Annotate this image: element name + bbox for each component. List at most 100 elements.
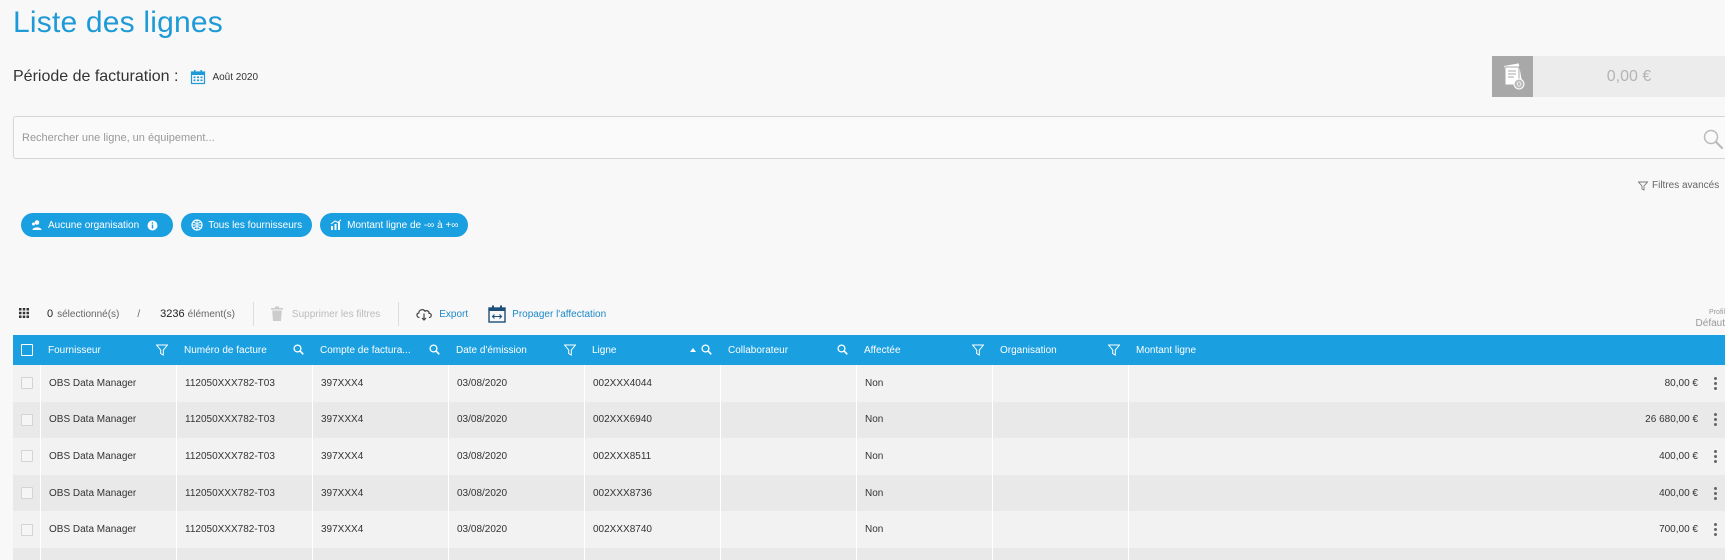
filter-icon[interactable] [564, 344, 576, 356]
cell-organisation [992, 474, 1128, 512]
row-select-cell [13, 365, 40, 402]
cell-facture: 112050XXX782-T03 [176, 401, 312, 439]
total-amount: 0,00 € [1533, 56, 1725, 97]
cell-fournisseur: OBS Data Manager [40, 511, 176, 548]
cell-compte: 397XXX4 [312, 474, 448, 512]
cell-collaborateur [720, 401, 856, 439]
column-label: Organisation [1000, 344, 1057, 356]
cell-facture: 112050XXX782-T03 [176, 438, 312, 475]
calendar-icon[interactable] [190, 69, 206, 85]
cell-date: 03/08/2020 [448, 438, 584, 475]
invoices-icon[interactable]: 0 [1492, 56, 1533, 97]
cell-affectee: Non [856, 365, 992, 402]
table-row[interactable]: OBS Data Manager 112050XXX782-T03 397XXX… [13, 474, 1725, 512]
cell-compte: 397XXX4 [312, 401, 448, 439]
chip-label: Montant ligne de -∞ à +∞ [347, 219, 459, 231]
filter-icon[interactable] [1108, 344, 1120, 356]
cell-affectee: Non [856, 474, 992, 512]
trash-icon [270, 306, 283, 321]
period-value[interactable]: Août 2020 [212, 72, 258, 83]
info-icon[interactable] [147, 220, 158, 231]
chip-label: Aucune organisation [48, 219, 140, 231]
cell-affectee: Non [856, 438, 992, 475]
clear-filters-label: Supprimer les filtres [291, 308, 381, 320]
chip-label: Tous les fournisseurs [208, 219, 303, 231]
cell-facture: 112050XXX782-T03 [176, 511, 312, 548]
grid-menu-icon[interactable] [19, 307, 29, 321]
profile-selector[interactable]: Profil Défaut [1696, 307, 1725, 329]
row-checkbox[interactable] [21, 523, 33, 536]
cell-affectee: Non [856, 401, 992, 439]
search-icon[interactable] [701, 344, 712, 355]
cell-compte: 397XXX4 [312, 511, 448, 548]
select-all-checkbox[interactable] [21, 344, 33, 356]
row-checkbox[interactable] [21, 487, 33, 500]
row-checkbox[interactable] [21, 377, 33, 390]
table-row[interactable]: OBS Data Manager 112050XXX782-T03 397XXX… [13, 511, 1725, 548]
column-header-collaborateur[interactable]: Collaborateur [720, 335, 856, 365]
column-header-numero-facture[interactable]: Numéro de facture [176, 335, 312, 365]
cell-facture: 112050XXX782-T03 [176, 474, 312, 512]
chip-suppliers[interactable]: Tous les fournisseurs [181, 213, 313, 237]
cell-organisation [992, 438, 1128, 475]
column-label: Fournisseur [48, 344, 101, 356]
filter-icon[interactable] [972, 344, 984, 356]
row-menu-icon[interactable] [1706, 438, 1725, 475]
column-header-compte-facturation[interactable]: Compte de factura... [312, 335, 448, 365]
search-icon[interactable] [1702, 128, 1724, 150]
search-icon[interactable] [429, 344, 440, 355]
clear-filters-button[interactable]: Supprimer les filtres [270, 306, 380, 322]
cell-montant: 400,00 € [1128, 474, 1706, 512]
row-checkbox[interactable] [21, 450, 33, 463]
cell-montant: 80,00 € [1128, 365, 1706, 402]
row-select-cell [13, 475, 40, 512]
filter-icon[interactable] [156, 344, 168, 356]
invoice-summary: 0 0,00 € [1492, 56, 1725, 97]
toolbar-divider [398, 302, 400, 326]
column-header-organisation[interactable]: Organisation [992, 335, 1128, 365]
table-row-partial[interactable] [13, 547, 1725, 560]
column-header-montant-ligne[interactable]: Montant ligne [1128, 335, 1706, 365]
chip-amount-range[interactable]: Montant ligne de -∞ à +∞ [320, 213, 469, 237]
selected-label: sélectionné(s) [57, 308, 120, 320]
calendar-propagate-icon [488, 305, 506, 323]
row-select-cell [13, 438, 40, 475]
sort-ascending-icon[interactable] [689, 346, 697, 354]
table-header: Fournisseur Numéro de facture Compte de … [13, 335, 1725, 365]
table-row[interactable]: OBS Data Manager 112050XXX782-T03 397XXX… [13, 365, 1725, 402]
table-row[interactable]: OBS Data Manager 112050XXX782-T03 397XXX… [13, 438, 1725, 475]
column-label: Numéro de facture [184, 344, 267, 356]
column-label: Affectée [864, 344, 901, 356]
search-input[interactable] [22, 128, 1672, 148]
row-menu-icon[interactable] [1706, 475, 1725, 512]
cell-organisation [992, 401, 1128, 439]
table-row[interactable]: OBS Data Manager 112050XXX782-T03 397XXX… [13, 401, 1725, 439]
cell-date: 03/08/2020 [448, 365, 584, 402]
advanced-filters-button[interactable]: Filtres avancés [1638, 180, 1719, 191]
export-button[interactable]: Export [415, 307, 468, 321]
column-header-ligne[interactable]: Ligne [584, 335, 720, 365]
search-icon[interactable] [293, 344, 304, 355]
search-icon[interactable] [837, 344, 848, 355]
chip-organization[interactable]: Aucune organisation [21, 213, 174, 237]
advanced-filters-label: Filtres avancés [1652, 180, 1720, 191]
cell-collaborateur [720, 438, 856, 475]
cell-fournisseur: OBS Data Manager [40, 401, 176, 439]
column-header-affectee[interactable]: Affectée [856, 335, 992, 365]
column-header-date-emission[interactable]: Date d'émission [448, 335, 584, 365]
row-menu-icon[interactable] [1706, 511, 1725, 548]
amount-chart-icon [330, 219, 342, 230]
column-label: Collaborateur [728, 344, 789, 356]
toolbar-divider [252, 302, 254, 326]
row-menu-icon[interactable] [1706, 402, 1725, 439]
cell-organisation [992, 365, 1128, 402]
organization-icon [32, 220, 42, 230]
propagate-assignment-button[interactable]: Propager l'affectation [488, 305, 606, 323]
invoices-badge: 0 [1516, 80, 1520, 88]
column-header-fournisseur[interactable]: Fournisseur [40, 335, 176, 365]
column-label: Montant ligne [1136, 344, 1197, 356]
cell-facture: 112050XXX782-T03 [176, 365, 312, 402]
row-menu-icon[interactable] [1706, 365, 1725, 402]
column-label: Compte de factura... [320, 344, 411, 356]
row-checkbox[interactable] [21, 413, 33, 426]
